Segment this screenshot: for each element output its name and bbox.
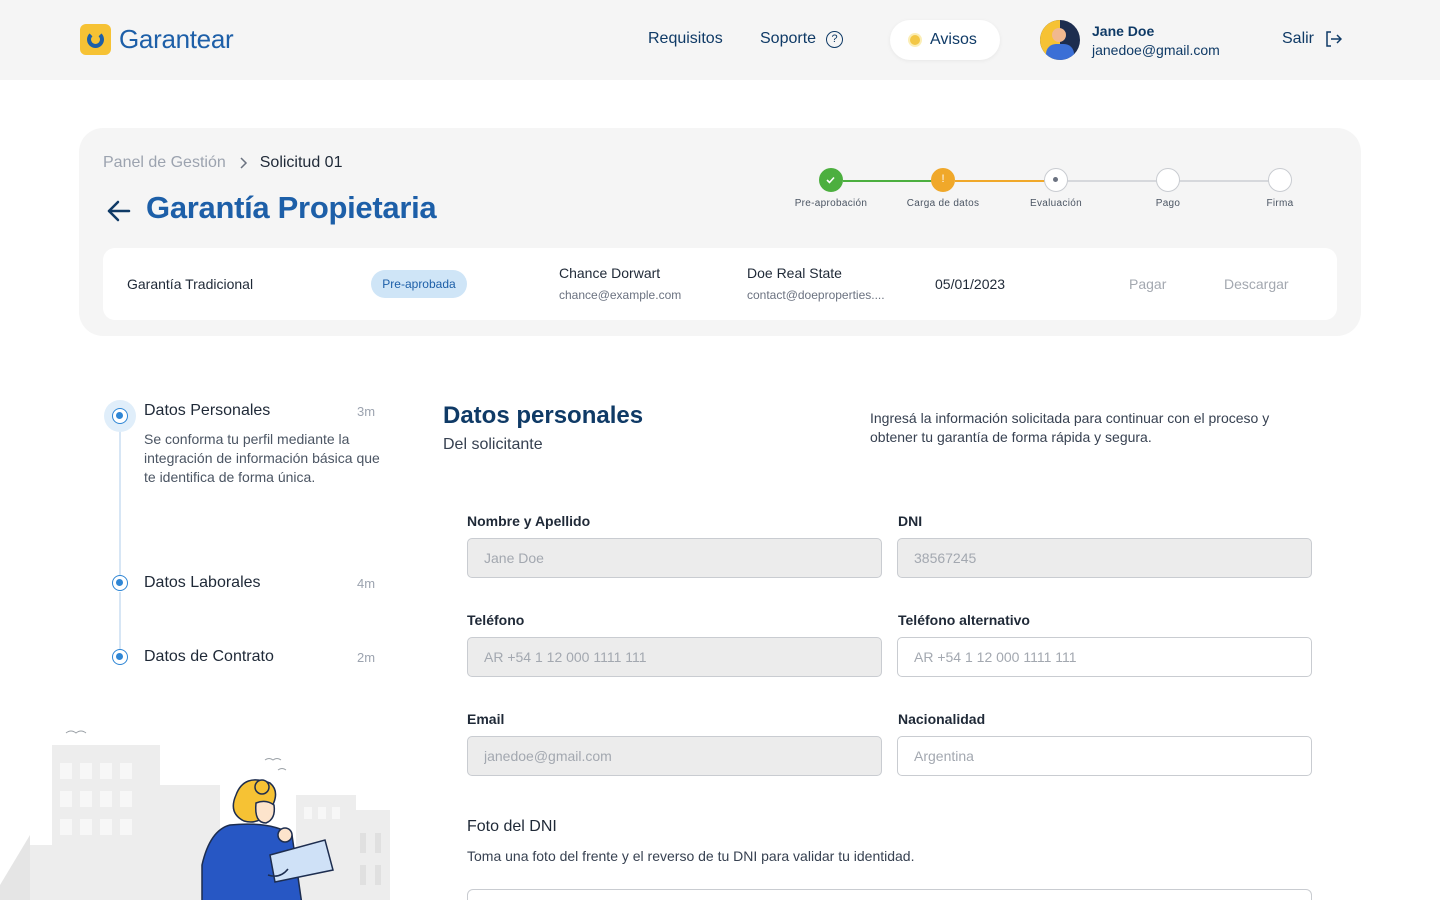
avisos-label: Avisos (930, 31, 977, 48)
step-firma (1268, 168, 1292, 192)
phone-field[interactable] (467, 637, 882, 677)
dni-upload-area[interactable] (467, 889, 1312, 900)
breadcrumb-panel[interactable]: Panel de Gestión (103, 154, 226, 172)
stepper-line-warn (955, 180, 1056, 182)
timeline-time: 4m (357, 576, 376, 591)
step-pago (1156, 168, 1180, 192)
timeline-time: 3m (357, 404, 376, 419)
smile-logo-icon (80, 24, 111, 55)
nationality-label: Nacionalidad (898, 711, 986, 727)
step-label: Evaluación (1030, 198, 1082, 209)
timeline-dot (112, 408, 128, 424)
timeline-dot (112, 649, 128, 665)
logout-icon (1326, 31, 1343, 47)
user-email: janedoe@gmail.com (1092, 42, 1220, 58)
arrow-left-icon[interactable] (104, 196, 134, 226)
name-field[interactable] (467, 538, 882, 578)
phone-label: Teléfono (467, 612, 525, 628)
alt-phone-field[interactable] (897, 637, 1312, 677)
nav-soporte-label: Soporte (760, 30, 817, 47)
dni-field[interactable] (897, 538, 1312, 578)
breadcrumb: Panel de Gestión Solicitud 01 (103, 154, 342, 172)
dni-label: DNI (898, 513, 923, 529)
dni-photo-title: Foto del DNI (467, 818, 557, 835)
nationality-field[interactable] (897, 736, 1312, 776)
timeline-item-contrato[interactable]: Datos de Contrato (144, 648, 274, 666)
nav-requisitos[interactable]: Requisitos (648, 30, 723, 48)
status-badge: Pre-aprobada (371, 270, 467, 298)
pay-button[interactable]: Pagar (1129, 276, 1166, 292)
avisos-button[interactable]: Avisos (890, 20, 1000, 60)
timeline-line (119, 592, 121, 650)
user-name: Jane Doe (1092, 23, 1155, 39)
check-icon (826, 176, 835, 184)
brand-name: Garantear (119, 24, 234, 54)
request-date: 05/01/2023 (935, 276, 1006, 292)
step-label: Pre-aprobación (794, 198, 868, 209)
nav-soporte[interactable]: Soporte ? (760, 30, 844, 48)
step-carga-de-datos: ! (931, 168, 955, 192)
timeline-item-personales[interactable]: Datos Personales (144, 402, 270, 420)
section-intro: Ingresá la información solicitada para c… (870, 410, 1270, 445)
agency-name: Doe Real State (747, 265, 842, 281)
guarantee-type: Garantía Tradicional (127, 276, 254, 292)
step-label: Pago (1155, 198, 1181, 209)
email-field[interactable] (467, 736, 882, 776)
dni-photo-description: Toma una foto del frente y el reverso de… (467, 848, 915, 864)
timeline-item-laborales[interactable]: Datos Laborales (144, 574, 261, 592)
section-title: Datos personales (443, 402, 644, 429)
agency-email: contact@doeproperties.... (747, 288, 885, 302)
timeline-description: Se conforma tu perfil mediante la integr… (144, 431, 380, 485)
page-title: Garantía Propietaria (146, 190, 437, 225)
tenant-email: chance@example.com (559, 288, 682, 302)
timeline-line (119, 430, 121, 575)
illustration-person-laptop (0, 730, 390, 900)
email-label: Email (467, 711, 505, 727)
timeline-time: 2m (357, 650, 376, 665)
tenant-name: Chance Dorwart (559, 265, 661, 281)
download-button[interactable]: Descargar (1224, 276, 1289, 292)
step-evaluacion (1044, 168, 1068, 192)
step-label: Carga de datos (906, 198, 980, 209)
logout-button[interactable]: Salir (1282, 30, 1343, 48)
step-pre-aprobacion (819, 168, 843, 192)
chevron-right-icon (240, 157, 247, 169)
breadcrumb-current: Solicitud 01 (259, 154, 343, 171)
question-icon: ? (826, 30, 844, 48)
alt-phone-label: Teléfono alternativo (898, 612, 1030, 628)
section-subtitle: Del solicitante (443, 436, 543, 453)
timeline-dot (112, 575, 128, 591)
name-label: Nombre y Apellido (467, 513, 591, 529)
avatar[interactable] (1040, 20, 1080, 60)
notification-dot-icon (910, 35, 920, 45)
top-header: Garantear Requisitos Soporte ? Avisos Ja… (0, 0, 1440, 80)
stepper-line-done (843, 180, 944, 182)
step-label: Firma (1266, 198, 1294, 209)
brand-logo[interactable]: Garantear (80, 24, 234, 55)
logout-label: Salir (1282, 30, 1315, 47)
